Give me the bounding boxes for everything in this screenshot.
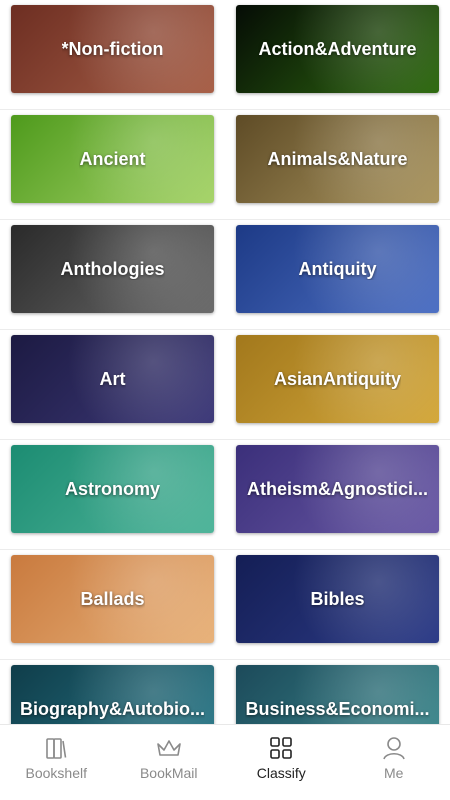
category-tile-animals-nature[interactable]: Animals&Nature <box>236 115 439 203</box>
tab-label: Bookshelf <box>25 765 87 781</box>
category-row: Ancient Animals&Nature <box>0 110 450 220</box>
category-tile-ancient[interactable]: Ancient <box>11 115 214 203</box>
category-label: Astronomy <box>64 478 160 499</box>
category-label: AsianAntiquity <box>273 368 401 389</box>
category-tile-non-fiction[interactable]: *Non-fiction <box>11 5 214 93</box>
category-label: Ballads <box>80 588 145 609</box>
category-row: Anthologies Antiquity <box>0 220 450 330</box>
category-row: Art AsianAntiquity <box>0 330 450 440</box>
category-tile-atheism-agnosticism[interactable]: Atheism&Agnostici... <box>236 445 439 533</box>
category-row: Astronomy Atheism&Agnostici... <box>0 440 450 550</box>
category-label: Ancient <box>79 148 146 169</box>
person-icon <box>382 737 405 760</box>
tab-label: Classify <box>256 765 306 781</box>
category-tile-bibles[interactable]: Bibles <box>236 555 439 643</box>
tab-label: BookMail <box>139 765 198 781</box>
category-label: Animals&Nature <box>267 148 408 169</box>
category-tile-action-adventure[interactable]: Action&Adventure <box>236 5 439 93</box>
category-tile-business-economics[interactable]: Business&Economi... <box>236 665 439 724</box>
category-row: Ballads Bibles <box>0 550 450 660</box>
category-label: Business&Economi... <box>245 698 430 719</box>
category-label: Atheism&Agnostici... <box>246 478 429 499</box>
category-label: Bibles <box>310 588 365 609</box>
classify-screen: *Non-fiction Action&Adventure Ancient An… <box>0 0 450 800</box>
category-row: *Non-fiction Action&Adventure <box>0 0 450 110</box>
category-label: Art <box>99 368 126 389</box>
crown-icon <box>156 740 181 756</box>
grid-icon <box>270 737 293 759</box>
category-tile-ballads[interactable]: Ballads <box>11 555 214 643</box>
category-row: Biography&Autobio... Business&Economi... <box>0 660 450 724</box>
bookshelf-icon <box>46 738 67 759</box>
category-label: Antiquity <box>298 258 377 279</box>
tab-bookshelf[interactable]: Bookshelf <box>0 725 113 800</box>
category-label: Biography&Autobio... <box>20 698 205 719</box>
category-label: Anthologies <box>60 258 165 279</box>
tab-classify[interactable]: Classify <box>225 725 338 800</box>
category-tile-art[interactable]: Art <box>11 335 214 423</box>
category-tile-antiquity[interactable]: Antiquity <box>236 225 439 313</box>
category-tile-anthologies[interactable]: Anthologies <box>11 225 214 313</box>
tab-me[interactable]: Me <box>338 725 450 800</box>
category-label: Action&Adventure <box>258 38 417 59</box>
category-tile-biography-autobiography[interactable]: Biography&Autobio... <box>11 665 214 724</box>
category-tile-astronomy[interactable]: Astronomy <box>11 445 214 533</box>
tab-label: Me <box>384 765 404 781</box>
category-label: *Non-fiction <box>61 38 164 59</box>
tab-bookmail[interactable]: BookMail <box>113 725 226 800</box>
bottom-tab-bar: Bookshelf BookMail Classify Me <box>0 724 450 800</box>
category-grid: *Non-fiction Action&Adventure Ancient An… <box>0 0 450 724</box>
category-tile-asian-antiquity[interactable]: AsianAntiquity <box>236 335 439 423</box>
